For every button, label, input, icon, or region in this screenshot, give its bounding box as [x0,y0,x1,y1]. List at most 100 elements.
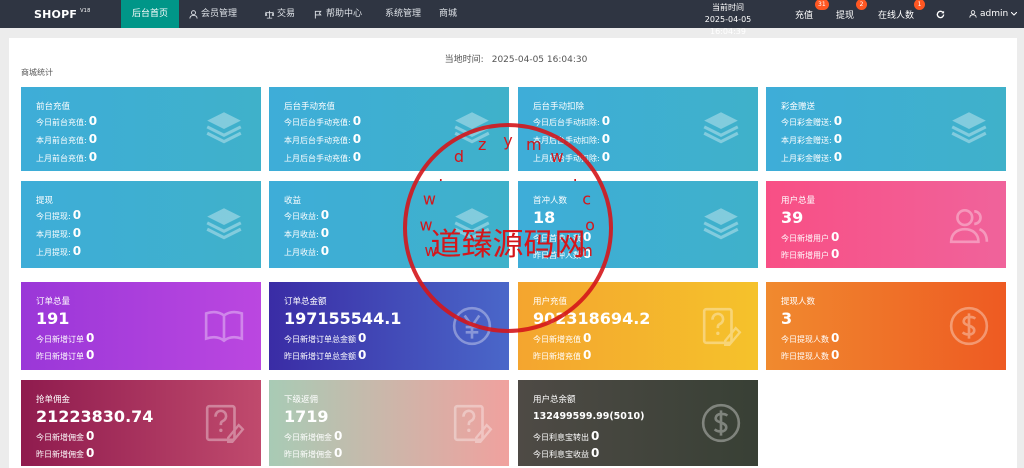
stat-line-value: 0 [831,247,840,261]
stat-line-value: 0 [583,348,592,362]
stat-line-value: 0 [831,331,840,345]
stat-line-label: 今日利息宝转出 [533,433,589,442]
nav-item-mall[interactable]: 商城 [433,0,473,28]
admin-menu[interactable]: admin [969,0,1018,28]
stat-card-value: 18 [533,208,556,227]
stat-line-label: 昨日新增佣金 [36,450,84,459]
stat-card: 首冲人数 18 今日首冲人数 0 昨日首冲人数 0 [518,181,758,268]
stat-line-label: 本月彩金赠送: [781,136,832,145]
admin-username: admin [980,9,1009,19]
stat-line-value: 0 [72,226,82,240]
stat-line-label: 本月前台充值: [36,136,87,145]
stat-card-line: 上月后台手动充值: 0 [284,150,361,164]
stat-line-label: 今日提现人数 [781,335,829,344]
layers-icon [451,204,493,250]
user-icon [189,9,198,19]
stat-line-value: 0 [320,244,330,258]
chevron-down-icon [1011,12,1018,16]
stat-card: 收益 今日收益: 0 本月收益: 0 上月收益: 0 [269,181,509,268]
stat-card-line: 今日收益: 0 [284,208,329,222]
stat-card-title: 订单总金额 [284,297,327,307]
stat-line-label: 上月彩金赠送: [781,154,832,163]
stat-card-line: 上月前台充值: 0 [36,150,97,164]
stat-line-label: 今日首冲人数 [533,234,581,243]
nav-item-trade[interactable]: 交易 [249,0,302,28]
stat-line-label: 今日新增订单总金额 [284,335,356,344]
stat-card-line: 本月彩金赠送: 0 [781,132,842,146]
stat-line-label: 上月提现: [36,248,71,257]
stat-line-value: 0 [72,244,82,258]
stat-line-value: 0 [334,429,343,443]
nav-item-system[interactable]: 系统管理 [371,0,433,28]
stat-card-line: 昨日新增订单 0 [36,348,94,362]
nav-label: 帮助中心 [326,9,363,19]
refresh-icon [936,10,945,18]
stat-card: 用户充值 902318694.2 今日新增充值 0 昨日新增充值 0 [518,282,758,370]
stat-card: 彩金赠送 今日彩金赠送: 0 本月彩金赠送: 0 上月彩金赠送: 0 [766,87,1006,171]
stat-card-title: 后台手动扣除 [533,102,585,112]
layers-icon [948,108,990,154]
stat-card-value: 21223830.74 [36,407,154,426]
stat-line-value: 0 [86,331,95,345]
stat-line-value: 0 [88,150,98,164]
stat-card-value: 132499599.99(5010) [533,411,645,422]
main-nav: 后台首页 会员管理 交易 帮助中心 系统管理 商城 [121,0,473,28]
stat-card-line: 昨日新增订单总金额 0 [284,348,366,362]
stat-line-value: 0 [601,114,611,128]
stat-line-label: 上月后台手动扣除: [533,154,600,163]
nav-item-home[interactable]: 后台首页 [121,0,179,28]
stat-line-label: 上月前台充值: [36,154,87,163]
stat-card-line: 上月收益: 0 [284,244,329,258]
header-time-label: 当前时间 [712,3,744,12]
withdraw-badge: 2 [856,0,867,10]
stat-line-value: 0 [358,331,367,345]
nav-item-help[interactable]: 帮助中心 [302,0,371,28]
stat-card-line: 昨日首冲人数 0 [533,247,591,261]
stat-card-title: 前台充值 [36,102,71,112]
stat-card-line: 今日提现: 0 [36,208,81,222]
dollar-icon [948,305,990,351]
stat-card-line: 今日后台手动扣除: 0 [533,114,610,128]
recharge-link[interactable]: 充值 31 [795,0,829,28]
nav-item-members[interactable]: 会员管理 [179,0,249,28]
stat-card-line: 昨日提现人数 0 [781,348,839,362]
layers-icon [203,108,245,154]
stat-line-value: 0 [833,150,843,164]
stat-card-line: 昨日新增佣金 0 [284,446,342,460]
stat-card-title: 后台手动充值 [284,102,336,112]
stat-card-line: 本月收益: 0 [284,226,329,240]
layers-icon [203,204,245,250]
stat-card-title: 收益 [284,196,302,206]
current-time-label: 当地时间: [444,55,484,65]
current-time: 当地时间: 2025-04-05 16:04:30 [0,52,1024,65]
stat-line-label: 昨日新增订单总金额 [284,352,356,361]
stat-card-title: 用户充值 [533,297,568,307]
brand-name: SHOPF [34,8,78,21]
nav-label: 后台首页 [131,9,168,19]
stat-card-title: 下级返佣 [284,395,319,405]
stat-line-value: 0 [358,348,367,362]
stat-line-label: 今日利息宝收益 [533,450,589,459]
online-users-link[interactable]: 在线人数 1 [878,0,925,28]
stat-card-title: 彩金赠送 [781,102,816,112]
stat-line-label: 今日新增用户 [781,234,829,243]
stat-line-label: 昨日新增订单 [36,352,84,361]
users-icon [948,204,990,250]
stat-line-value: 0 [320,208,330,222]
brand-logo[interactable]: SHOPF V18 [34,8,90,21]
refresh-button[interactable] [936,0,945,28]
stat-line-value: 0 [88,114,98,128]
stat-card-line: 今日提现人数 0 [781,331,839,345]
stat-line-label: 昨日新增用户 [781,251,829,260]
stat-line-label: 今日收益: [284,212,319,221]
flag-icon [314,10,322,19]
stat-card: 前台充值 今日前台充值: 0 本月前台充值: 0 上月前台充值: 0 [21,87,261,171]
withdraw-link[interactable]: 提现 2 [836,0,867,28]
nav-label: 会员管理 [201,9,238,19]
stat-line-label: 今日新增佣金 [284,433,332,442]
stat-line-value: 0 [334,446,343,460]
nav-label: 系统管理 [385,9,422,19]
stat-card-line: 今日新增订单总金额 0 [284,331,366,345]
stat-line-value: 0 [352,132,362,146]
stat-card: 订单总金额 197155544.1 今日新增订单总金额 0 昨日新增订单总金额 0 [269,282,509,370]
